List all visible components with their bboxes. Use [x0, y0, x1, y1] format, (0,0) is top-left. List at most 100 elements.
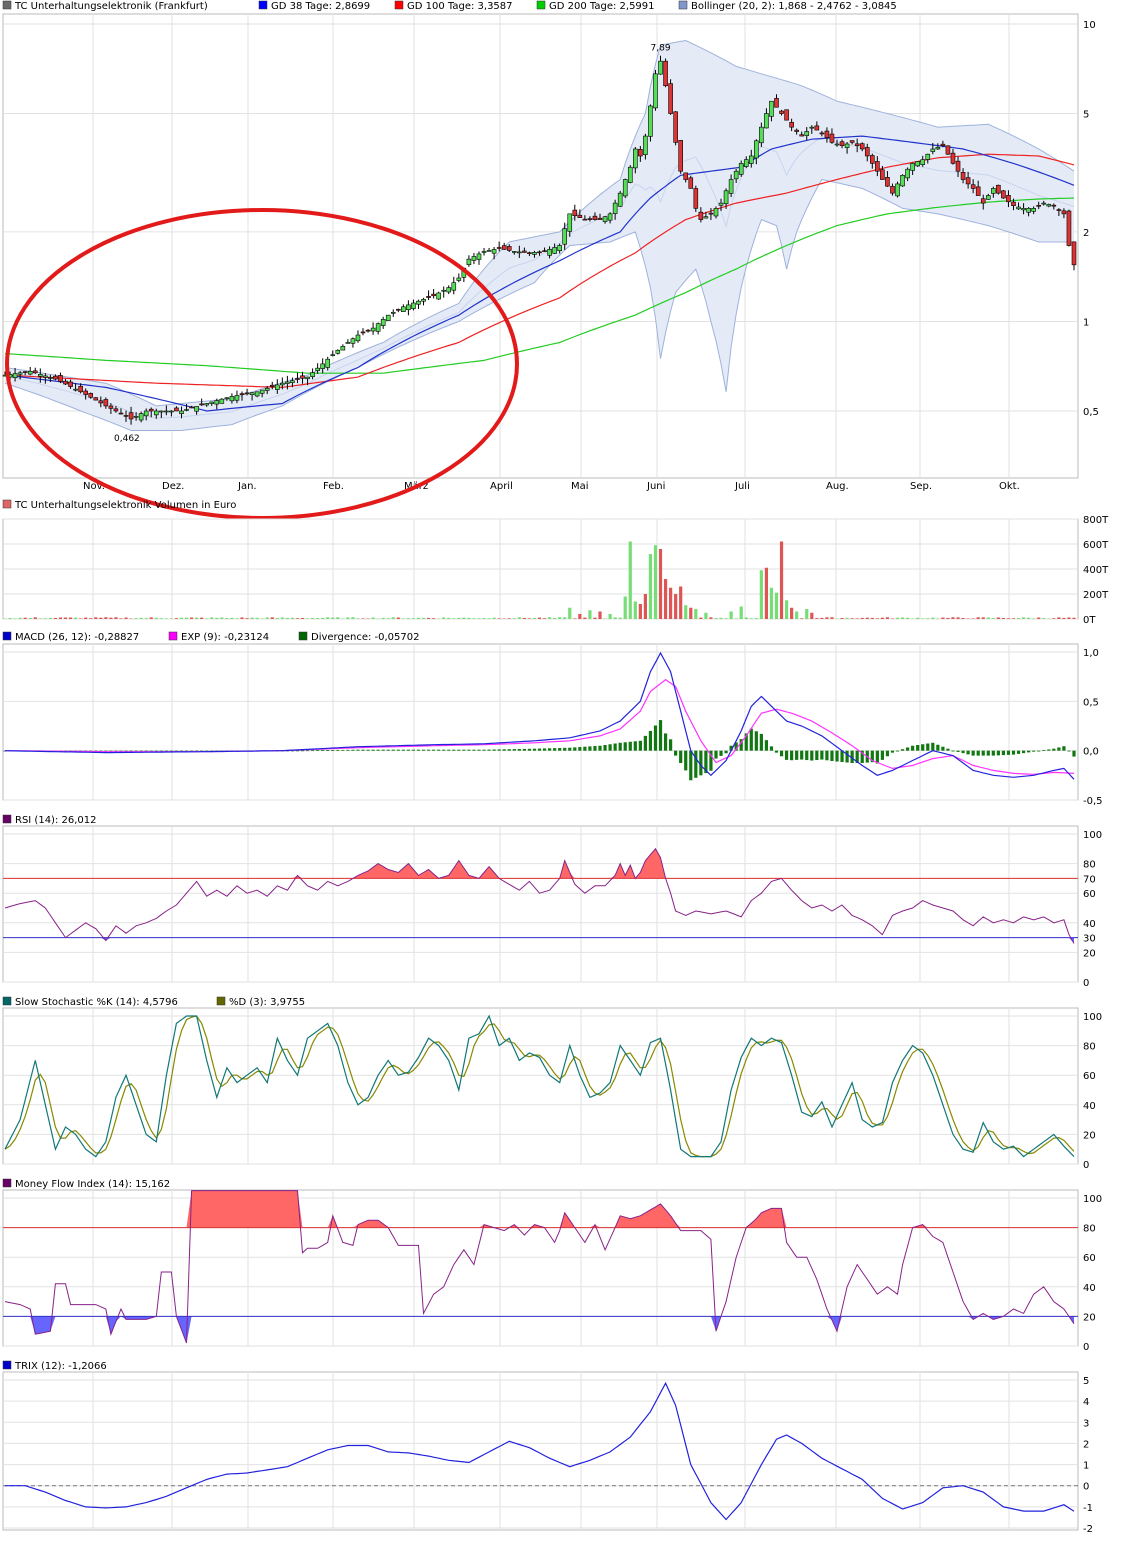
volume-bar	[891, 618, 894, 619]
price-candle-body	[452, 283, 456, 291]
price-candle-body	[820, 133, 824, 134]
volume-bar	[114, 617, 117, 619]
volume-bar	[886, 617, 889, 619]
volume-bar	[1067, 617, 1070, 619]
trix-frame	[3, 1372, 1078, 1530]
volume-bar	[422, 618, 425, 619]
volume-bar	[447, 618, 450, 619]
macd-divergence-bar	[503, 749, 506, 750]
price-candle-body	[724, 191, 728, 204]
macd-divergence-bar	[911, 746, 914, 751]
macd-divergence-bar	[427, 750, 430, 751]
macd-divergence-bar	[679, 751, 682, 763]
volume-bar	[896, 618, 899, 619]
macd-divergence-bar	[306, 750, 309, 751]
macd-divergence-bar	[775, 751, 778, 753]
macd-divergence-bar	[397, 750, 400, 751]
volume-bar	[684, 605, 687, 619]
price-candle-body	[159, 411, 163, 412]
volume-bar	[972, 618, 975, 619]
price-candle-body	[916, 161, 920, 165]
macd-divergence-bar	[820, 751, 823, 760]
stochastic-y-tick: 60	[1083, 1071, 1096, 1082]
volume-bar	[941, 618, 944, 619]
price-candle-body	[563, 229, 567, 244]
volume-bar	[770, 588, 773, 619]
volume-bar	[634, 602, 637, 620]
macd-divergence-bar	[997, 751, 1000, 756]
stochastic-y-tick: 80	[1083, 1042, 1096, 1053]
price-candle-body	[1062, 211, 1066, 214]
price-candle-body	[154, 411, 158, 415]
volume-bar	[573, 618, 576, 619]
volume-bar	[871, 618, 874, 619]
price-candle-body	[28, 371, 32, 374]
volume-bar	[553, 618, 556, 619]
trix-y-tick: -1	[1083, 1503, 1093, 1514]
macd-divergence-bar	[387, 750, 390, 751]
price-candle-body	[774, 98, 778, 107]
volume-bar	[331, 618, 334, 619]
price-candle-body	[114, 409, 118, 411]
volume-bar	[175, 618, 178, 619]
price-candle-body	[548, 249, 552, 255]
macd-divergence-bar	[956, 751, 959, 752]
macd-divergence-bar	[407, 750, 410, 751]
volume-y-tick: 200T	[1083, 590, 1109, 601]
rsi-y-tick: 80	[1083, 860, 1096, 871]
volume-bar	[820, 618, 823, 619]
price-candle-body	[1037, 205, 1041, 206]
mfi-y-tick: 60	[1083, 1253, 1096, 1264]
macd-legend-label: MACD (26, 12): -0,28827	[15, 632, 139, 643]
volume-bar	[261, 618, 264, 619]
price-candle-body	[865, 147, 869, 156]
volume-bar	[533, 618, 536, 619]
macd-divergence-bar	[896, 751, 899, 752]
volume-bar	[235, 618, 238, 619]
volume-bar	[109, 618, 112, 619]
price-candle-body	[870, 156, 874, 164]
volume-bar	[417, 618, 420, 619]
price-candle-body	[618, 193, 622, 206]
price-x-month-label: Jan.	[237, 481, 257, 492]
price-candle-body	[366, 330, 370, 331]
macd-legend-swatch	[299, 632, 307, 640]
price-candle-body	[527, 253, 531, 254]
price-x-month-label: Mai	[571, 481, 589, 492]
macd-divergence-bar	[1062, 746, 1065, 750]
price-candle-body	[906, 169, 910, 178]
volume-bar	[29, 618, 32, 619]
macd-divergence-bar	[961, 751, 964, 753]
macd-divergence-bar	[447, 750, 450, 751]
price-candle-body	[805, 132, 809, 136]
macd-divergence-bar	[664, 733, 667, 750]
rsi-y-tick: 60	[1083, 889, 1096, 900]
volume-bar	[195, 618, 198, 619]
trix-y-tick: 1	[1083, 1461, 1089, 1472]
price-candle-body	[301, 376, 305, 379]
volume-bar	[523, 618, 526, 619]
macd-divergence-bar	[891, 751, 894, 753]
price-candle-body	[306, 377, 310, 379]
volume-bar	[750, 618, 753, 619]
price-candle-body	[689, 178, 693, 189]
price-candle-body	[482, 251, 486, 252]
price-x-month-label: Sep.	[910, 481, 932, 492]
macd-divergence-bar	[452, 750, 455, 751]
price-candle-body	[64, 381, 68, 384]
macd-divergence-bar	[931, 743, 934, 751]
volume-bar	[477, 618, 480, 619]
macd-divergence-bar	[417, 750, 420, 751]
price-candle-body	[543, 251, 547, 252]
volume-bar	[311, 618, 314, 619]
macd-divergence-bar	[674, 751, 677, 756]
macd-divergence-bar	[371, 750, 374, 751]
volume-bar	[89, 618, 92, 619]
price-y-tick: 0,5	[1083, 407, 1099, 418]
volume-bar	[795, 612, 798, 620]
price-candle-body	[129, 413, 133, 419]
price-candle-body	[633, 149, 637, 168]
macd-divergence-bar	[805, 751, 808, 760]
macd-divergence-bar	[523, 749, 526, 751]
volume-bar	[755, 618, 758, 619]
